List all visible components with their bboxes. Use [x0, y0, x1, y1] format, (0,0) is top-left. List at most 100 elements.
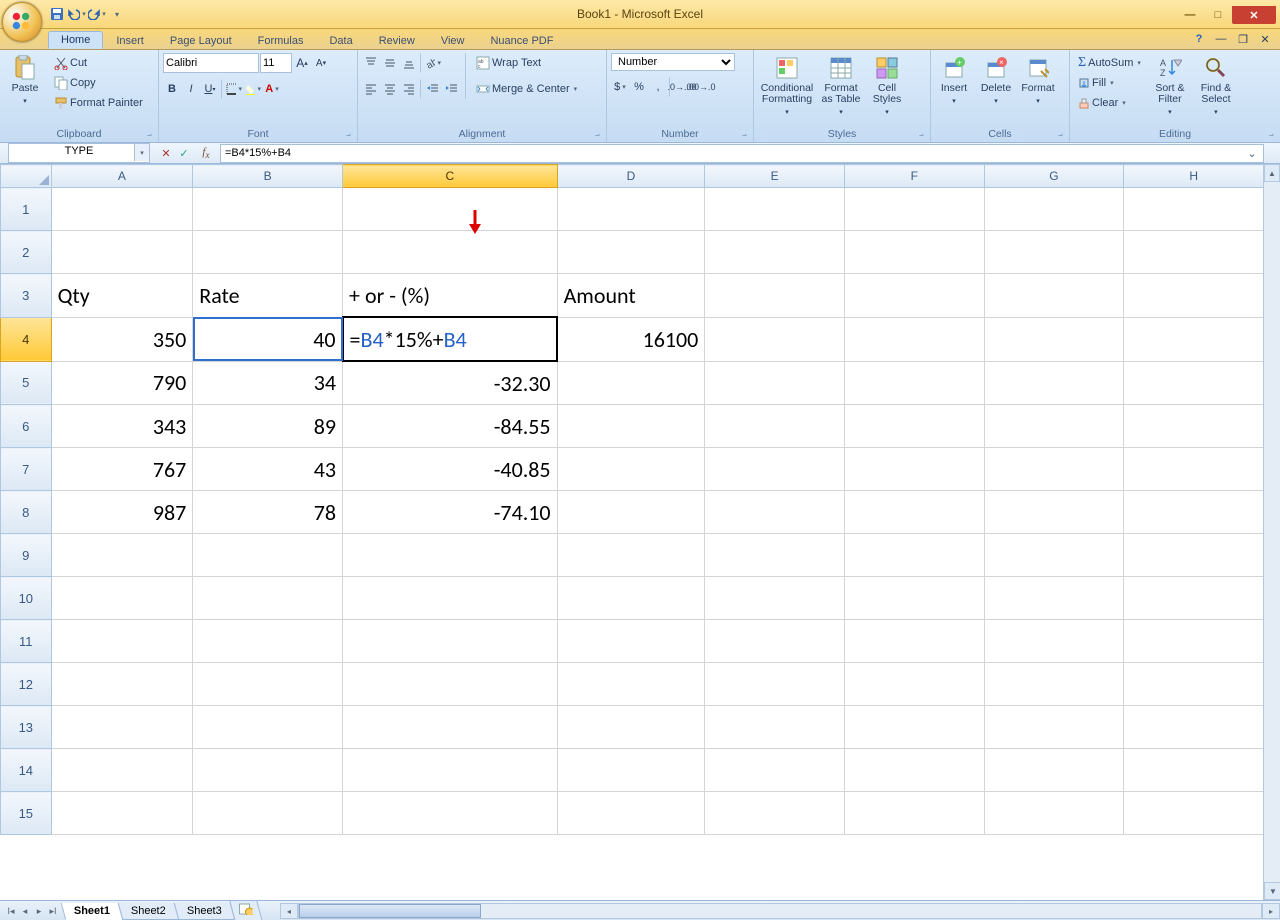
- row-header-8[interactable]: 8: [1, 491, 52, 534]
- cell-G12[interactable]: [984, 663, 1124, 706]
- cell-C4[interactable]: =B4*15%+B4: [343, 317, 558, 361]
- cell-F14[interactable]: [844, 749, 984, 792]
- cell-B11[interactable]: [193, 620, 343, 663]
- cell-A3[interactable]: Qty: [51, 274, 193, 318]
- cell-C12[interactable]: [343, 663, 558, 706]
- cell-C7[interactable]: -40.85: [343, 448, 558, 491]
- tab-insert[interactable]: Insert: [103, 32, 157, 49]
- cell-E3[interactable]: [705, 274, 845, 318]
- cell-F12[interactable]: [844, 663, 984, 706]
- cell-E1[interactable]: [705, 188, 845, 231]
- cell-B7[interactable]: 43: [193, 448, 343, 491]
- cell-F7[interactable]: [844, 448, 984, 491]
- cell-E4[interactable]: [705, 317, 845, 361]
- cell-D8[interactable]: [557, 491, 705, 534]
- font-size-input[interactable]: [260, 53, 292, 73]
- cell-G1[interactable]: [984, 188, 1124, 231]
- cell-H15[interactable]: [1124, 792, 1264, 835]
- sheet-nav-last[interactable]: ▸I: [46, 906, 60, 917]
- select-all-corner[interactable]: [1, 165, 52, 188]
- row-header-9[interactable]: 9: [1, 534, 52, 577]
- cell-F5[interactable]: [844, 361, 984, 405]
- tab-review[interactable]: Review: [366, 32, 428, 49]
- tab-data[interactable]: Data: [316, 32, 365, 49]
- cell-D2[interactable]: [557, 231, 705, 274]
- cell-H5[interactable]: [1124, 361, 1264, 405]
- cell-G7[interactable]: [984, 448, 1124, 491]
- insert-cells-button[interactable]: +Insert▾: [935, 53, 973, 107]
- cell-D9[interactable]: [557, 534, 705, 577]
- cell-F10[interactable]: [844, 577, 984, 620]
- cell-G14[interactable]: [984, 749, 1124, 792]
- cell-F2[interactable]: [844, 231, 984, 274]
- cell-G5[interactable]: [984, 361, 1124, 405]
- fill-color-button[interactable]: [244, 79, 262, 99]
- cell-D10[interactable]: [557, 577, 705, 620]
- cell-E7[interactable]: [705, 448, 845, 491]
- cell-F13[interactable]: [844, 706, 984, 749]
- row-header-5[interactable]: 5: [1, 361, 52, 405]
- cell-C14[interactable]: [343, 749, 558, 792]
- clear-button[interactable]: Clear: [1074, 93, 1145, 113]
- enter-formula-button[interactable]: ✓: [176, 147, 192, 160]
- row-header-12[interactable]: 12: [1, 663, 52, 706]
- cell-E8[interactable]: [705, 491, 845, 534]
- cell-B3[interactable]: Rate: [193, 274, 343, 318]
- font-color-button[interactable]: A: [263, 79, 281, 99]
- format-painter-button[interactable]: Format Painter: [50, 93, 147, 113]
- cell-E11[interactable]: [705, 620, 845, 663]
- cell-C5[interactable]: -32.30: [343, 361, 558, 405]
- tab-formulas[interactable]: Formulas: [245, 32, 317, 49]
- sheet-nav-prev[interactable]: ◂: [18, 906, 32, 917]
- cell-E14[interactable]: [705, 749, 845, 792]
- cell-C10[interactable]: [343, 577, 558, 620]
- cell-B5[interactable]: 34: [193, 361, 343, 405]
- col-header-D[interactable]: D: [557, 165, 705, 188]
- cell-B1[interactable]: [193, 188, 343, 231]
- cell-E5[interactable]: [705, 361, 845, 405]
- decrease-decimal-button[interactable]: .00→.0: [692, 77, 710, 97]
- expand-formula-bar[interactable]: ⌄: [1245, 147, 1259, 160]
- cell-G8[interactable]: [984, 491, 1124, 534]
- percent-button[interactable]: %: [630, 77, 648, 97]
- cell-A11[interactable]: [51, 620, 193, 663]
- cell-D1[interactable]: [557, 188, 705, 231]
- orientation-button[interactable]: ab: [424, 53, 442, 73]
- row-header-1[interactable]: 1: [1, 188, 52, 231]
- cell-B14[interactable]: [193, 749, 343, 792]
- cell-B4[interactable]: 40: [193, 317, 343, 361]
- cell-B12[interactable]: [193, 663, 343, 706]
- minimize-button[interactable]: —: [1176, 6, 1204, 24]
- cell-D6[interactable]: [557, 405, 705, 448]
- cell-F15[interactable]: [844, 792, 984, 835]
- cell-H1[interactable]: [1124, 188, 1264, 231]
- cell-C6[interactable]: -84.55: [343, 405, 558, 448]
- format-cells-button[interactable]: Format▾: [1019, 53, 1057, 107]
- cell-E12[interactable]: [705, 663, 845, 706]
- row-header-14[interactable]: 14: [1, 749, 52, 792]
- cell-F11[interactable]: [844, 620, 984, 663]
- cell-E10[interactable]: [705, 577, 845, 620]
- sheet-nav-first[interactable]: I◂: [4, 906, 18, 917]
- doc-minimize-button[interactable]: —: [1212, 29, 1230, 49]
- cell-B6[interactable]: 89: [193, 405, 343, 448]
- col-header-G[interactable]: G: [984, 165, 1124, 188]
- cell-H9[interactable]: [1124, 534, 1264, 577]
- cell-G15[interactable]: [984, 792, 1124, 835]
- conditional-formatting-button[interactable]: Conditional Formatting▾: [758, 53, 816, 118]
- cell-A14[interactable]: [51, 749, 193, 792]
- cell-D14[interactable]: [557, 749, 705, 792]
- col-header-F[interactable]: F: [844, 165, 984, 188]
- merge-center-button[interactable]: Merge & Center: [472, 79, 581, 99]
- align-top-button[interactable]: [362, 53, 380, 73]
- cell-H14[interactable]: [1124, 749, 1264, 792]
- cell-styles-button[interactable]: Cell Styles▾: [866, 53, 908, 118]
- row-header-13[interactable]: 13: [1, 706, 52, 749]
- cell-A2[interactable]: [51, 231, 193, 274]
- cell-A10[interactable]: [51, 577, 193, 620]
- cancel-formula-button[interactable]: ✕: [158, 147, 174, 160]
- tab-nuance-pdf[interactable]: Nuance PDF: [477, 32, 566, 49]
- align-left-button[interactable]: [362, 79, 380, 99]
- find-select-button[interactable]: Find & Select▾: [1195, 53, 1237, 118]
- row-header-2[interactable]: 2: [1, 231, 52, 274]
